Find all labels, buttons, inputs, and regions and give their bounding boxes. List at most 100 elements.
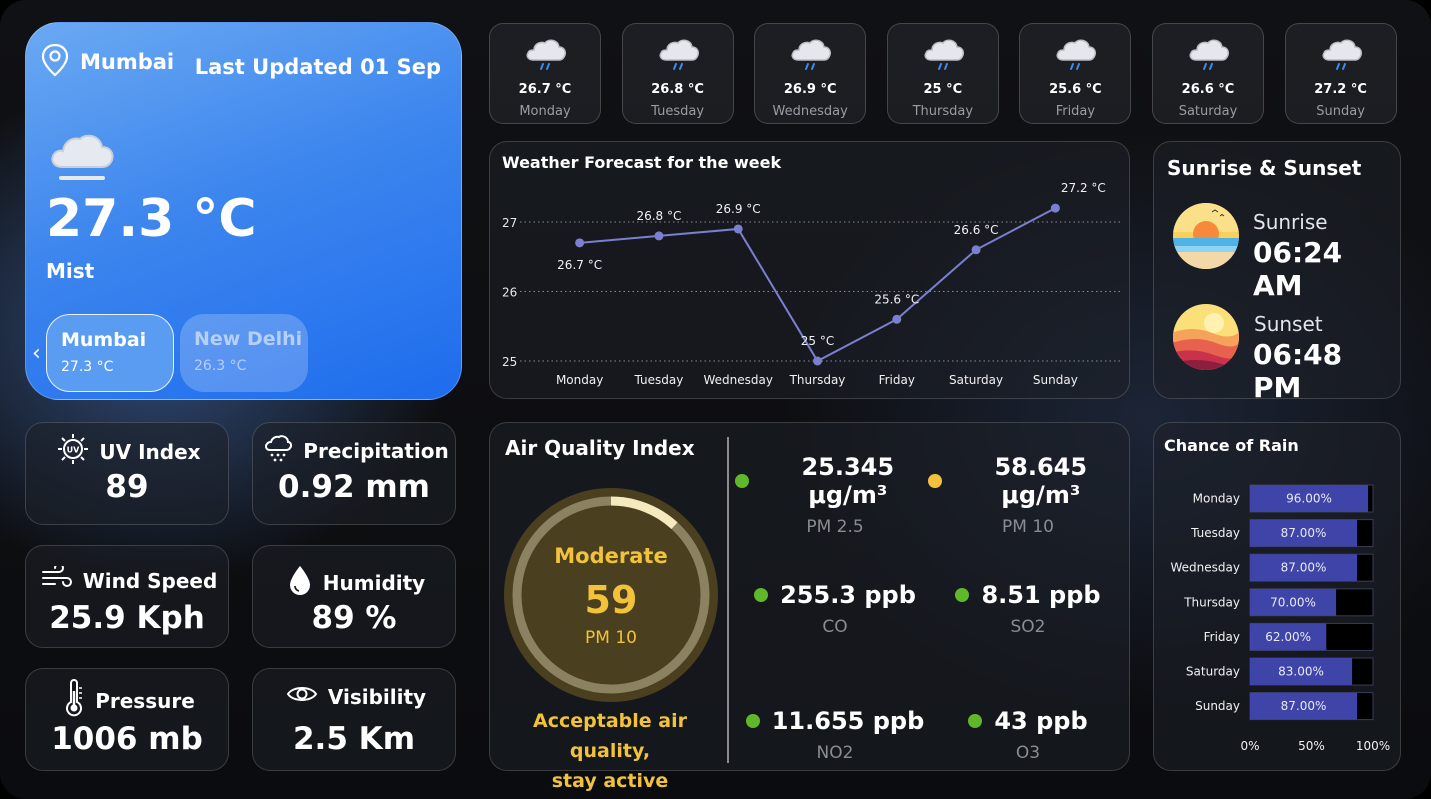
water-drop-icon [287,564,313,601]
data-point [654,231,664,241]
city-chip-new-delhi[interactable]: New Delhi 26.3 °C [180,314,308,392]
map-pin-icon [40,43,70,81]
uv-sun-icon: UV [57,433,89,470]
aqi-message-line-1: Acceptable air quality, [533,710,687,762]
rain-cloud-icon [1187,34,1231,76]
day-tile-saturday[interactable]: 26.6 °C Saturday [1152,23,1264,124]
eye-icon [286,683,318,710]
pollutant-name: SO2 [1010,617,1046,637]
day-tile-sunday[interactable]: 27.2 °C Sunday [1284,23,1397,124]
aqi-message-line-2: stay active [551,770,669,792]
chevron-left-icon[interactable]: ‹ [32,341,41,366]
rain-cloud-icon [789,34,833,76]
last-updated: Last Updated 01 Sep [194,55,441,79]
day-temp: 25 °C [923,82,963,97]
data-label: 26.6 °C [954,223,999,237]
data-label: 70.00% [1270,595,1316,609]
data-point [892,314,902,324]
status-dot [968,714,983,728]
data-label: 83.00% [1278,665,1324,679]
pollutant-pm10: 58.645 μg/m³ PM 10 [928,453,1128,537]
status-dot [928,474,942,488]
gauge-fill-arc [610,496,678,530]
aqi-divider [727,437,729,763]
x-tick-label: 100% [1356,739,1390,753]
rain-cloud-icon [922,34,966,76]
forecast-line-chart: 25 26 27 26.7 °C Monday 26.8 °C Tuesday 26.9 °C… [502,181,1122,387]
dashboard: Mumbai Last Updated 01 Sep 27.3 °C Mist … [0,0,1431,799]
data-label: 26.7 °C [557,258,602,272]
day-tile-monday[interactable]: 26.7 °C Monday [489,23,601,124]
day-tile-thursday[interactable]: 25 °C Thursday [886,23,999,124]
pollutant-name: PM 2.5 [806,517,864,537]
sun-title: Sunrise & Sunset [1167,156,1362,180]
day-temp: 26.6 °C [1181,82,1235,97]
uv-index-card: UV UV Index 89 [25,422,229,525]
city-temp: 26.3 °C [194,358,247,374]
city-name: Mumbai [61,329,147,351]
data-point [813,356,822,366]
uv-value: 89 [105,469,149,505]
sunset-icon [1172,303,1240,375]
status-dot [754,588,769,602]
pollutant-value: 43 ppb [994,707,1088,735]
chance-of-rain-card: Chance of Rain Monday 96.00% Tuesday 87.00%… [1153,422,1401,771]
data-label: 62.00% [1265,630,1311,644]
sunrise-sunset-card: Sunrise & Sunset Sunrise 06:24 AM Sunset… [1153,141,1401,404]
sunrise-label: Sunrise [1253,210,1328,234]
aqi-level: Moderate [554,544,668,568]
data-label: 87.00% [1281,699,1327,713]
x-tick-label: Sunday [1033,373,1078,387]
data-label: 87.00% [1281,561,1327,575]
x-tick-label: Monday [556,373,603,387]
day-name: Tuesday [651,104,705,119]
pollutant-pm25: 25.345 μg/m³ PM 2.5 [735,453,935,537]
data-point [1050,203,1060,213]
day-tile-wednesday[interactable]: 26.9 °C Wednesday [754,23,867,124]
visibility-label: Visibility [327,684,427,709]
location: Mumbai [40,43,174,81]
pollutant-name: O3 [1015,743,1041,763]
pollutant-value: 25.345 μg/m³ [801,453,895,509]
thermometer-icon [63,679,85,722]
y-tick-label: Sunday [1195,699,1240,713]
y-tick-label: Friday [1204,630,1240,644]
pollutant-value: 255.3 ppb [780,581,916,609]
pollutant-name: PM 10 [1002,517,1054,537]
day-temp: 27.2 °C [1314,82,1367,97]
day-tile-tuesday[interactable]: 26.8 °C Tuesday [621,23,734,124]
day-name: Friday [1055,104,1096,119]
wind-label: Wind Speed [82,568,218,593]
pollutant-o3: 43 ppb O3 [928,707,1128,763]
day-name: Sunday [1316,104,1365,119]
data-label: 25.6 °C [874,292,919,306]
day-tile-friday[interactable]: 25.6 °C Friday [1019,23,1132,124]
day-name: Saturday [1178,104,1238,119]
rain-cloud-icon [1320,34,1364,76]
data-label: 26.9 °C [716,202,761,216]
aqi-pollutant: PM 10 [585,628,637,648]
pressure-value: 1006 mb [51,721,203,757]
pollutant-value: 8.51 ppb [981,581,1101,609]
x-tick-label: 50% [1298,739,1325,753]
city-chip-mumbai[interactable]: Mumbai 27.3 °C [46,314,174,392]
x-tick-label: Saturday [949,373,1003,387]
status-dot [745,714,760,728]
data-label: 96.00% [1286,492,1332,506]
aqi-gauge: Moderate 59 PM 10 [504,488,718,702]
precipitation-value: 0.92 mm [278,469,430,505]
data-label: 25 °C [801,334,834,348]
aqi-title: Air Quality Index [505,436,695,460]
wind-icon [41,563,73,595]
data-label: 26.8 °C [636,209,681,223]
uv-label: UV Index [99,439,201,464]
pollutant-so2: 8.51 ppb SO2 [928,581,1128,637]
y-tick-label: 26 [502,286,517,300]
city-name: New Delhi [194,328,303,350]
sunrise-time: 06:24 AM [1253,236,1343,302]
visibility-value: 2.5 Km [292,721,416,757]
x-tick-label: Thursday [789,373,846,387]
y-tick-label: Tuesday [1190,526,1240,540]
pollutant-value: 11.655 ppb [771,707,925,735]
pressure-card: Pressure 1006 mb [25,668,229,771]
